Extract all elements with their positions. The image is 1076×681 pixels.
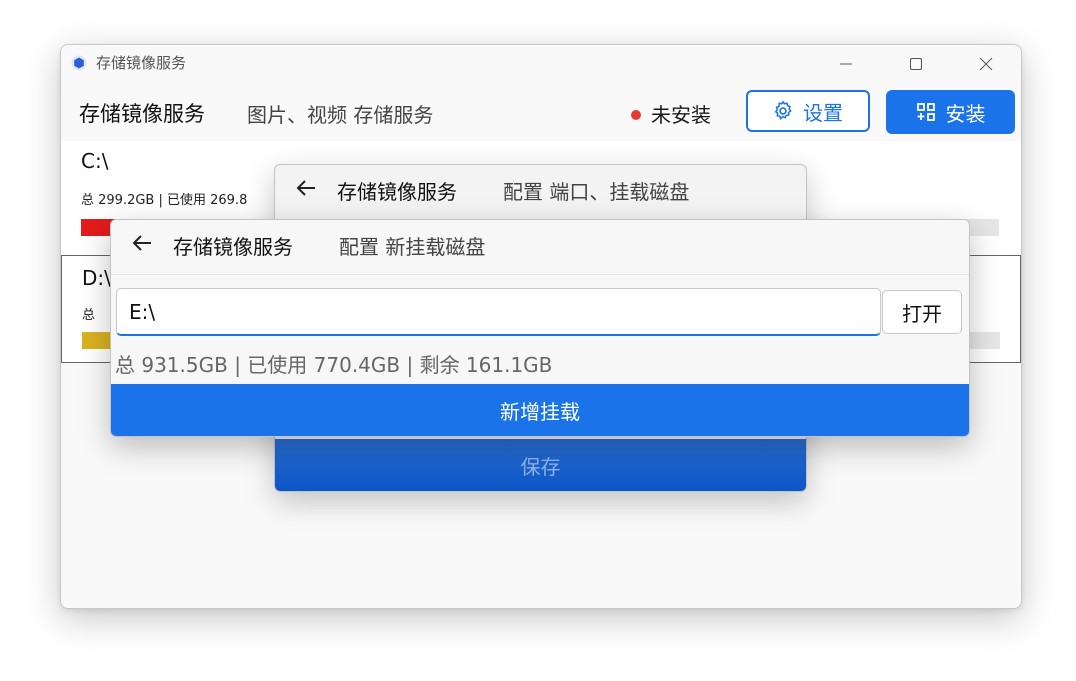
close-icon bbox=[979, 57, 993, 71]
dialog-title: 存储镜像服务 bbox=[173, 235, 293, 259]
install-label: 安装 bbox=[945, 101, 986, 126]
settings-label: 设置 bbox=[803, 100, 843, 125]
dialog-subtitle: 配置 端口、挂载磁盘 bbox=[503, 180, 690, 204]
gear-icon bbox=[774, 101, 792, 120]
dialog-subtitle: 配置 新挂载磁盘 bbox=[339, 235, 486, 259]
settings-button[interactable]: 设置 bbox=[746, 90, 870, 132]
minimize-icon bbox=[840, 63, 852, 65]
page-title: 存储镜像服务 bbox=[79, 102, 205, 126]
disk-name: D:\ bbox=[82, 266, 111, 290]
minimize-button[interactable] bbox=[811, 45, 881, 83]
close-button[interactable] bbox=[951, 45, 1021, 83]
title-bar[interactable]: 存储镜像服务 bbox=[61, 45, 1021, 83]
status-text: 未安装 bbox=[651, 103, 711, 127]
grid-plus-icon bbox=[916, 103, 935, 121]
app-logo-icon bbox=[71, 55, 87, 71]
new-mount-dialog: 存储镜像服务 配置 新挂载磁盘 打开 总 931.5GB | 已使用 770.4… bbox=[110, 219, 970, 437]
disk-usage-text: 总 bbox=[82, 308, 96, 323]
app-header: 存储镜像服务 图片、视频 存储服务 未安装 bbox=[61, 89, 1021, 139]
save-button[interactable]: 保存 bbox=[275, 439, 806, 491]
window-title: 存储镜像服务 bbox=[96, 54, 187, 72]
maximize-icon bbox=[910, 58, 922, 70]
open-button[interactable]: 打开 bbox=[882, 290, 962, 334]
disk-usage-text: 总 299.2GB | 已使用 269.8 bbox=[81, 193, 248, 208]
status-dot-icon bbox=[631, 110, 641, 120]
dialog-title: 存储镜像服务 bbox=[337, 180, 457, 204]
dialog-header: 存储镜像服务 配置 新挂载磁盘 bbox=[111, 220, 969, 275]
back-arrow-icon[interactable] bbox=[295, 177, 317, 199]
maximize-button[interactable] bbox=[881, 45, 951, 83]
dialog-header: 存储镜像服务 配置 端口、挂载磁盘 bbox=[275, 165, 806, 219]
install-button[interactable]: 安装 bbox=[886, 90, 1015, 134]
mount-path-input[interactable] bbox=[116, 288, 881, 336]
page-subtitle: 图片、视频 存储服务 bbox=[247, 103, 434, 127]
disk-space-info: 总 931.5GB | 已使用 770.4GB | 剩余 161.1GB bbox=[115, 353, 553, 377]
disk-name: C:\ bbox=[81, 149, 109, 173]
back-arrow-icon[interactable] bbox=[131, 232, 153, 254]
add-mount-button[interactable]: 新增挂载 bbox=[111, 384, 969, 436]
install-status: 未安装 bbox=[631, 100, 711, 130]
